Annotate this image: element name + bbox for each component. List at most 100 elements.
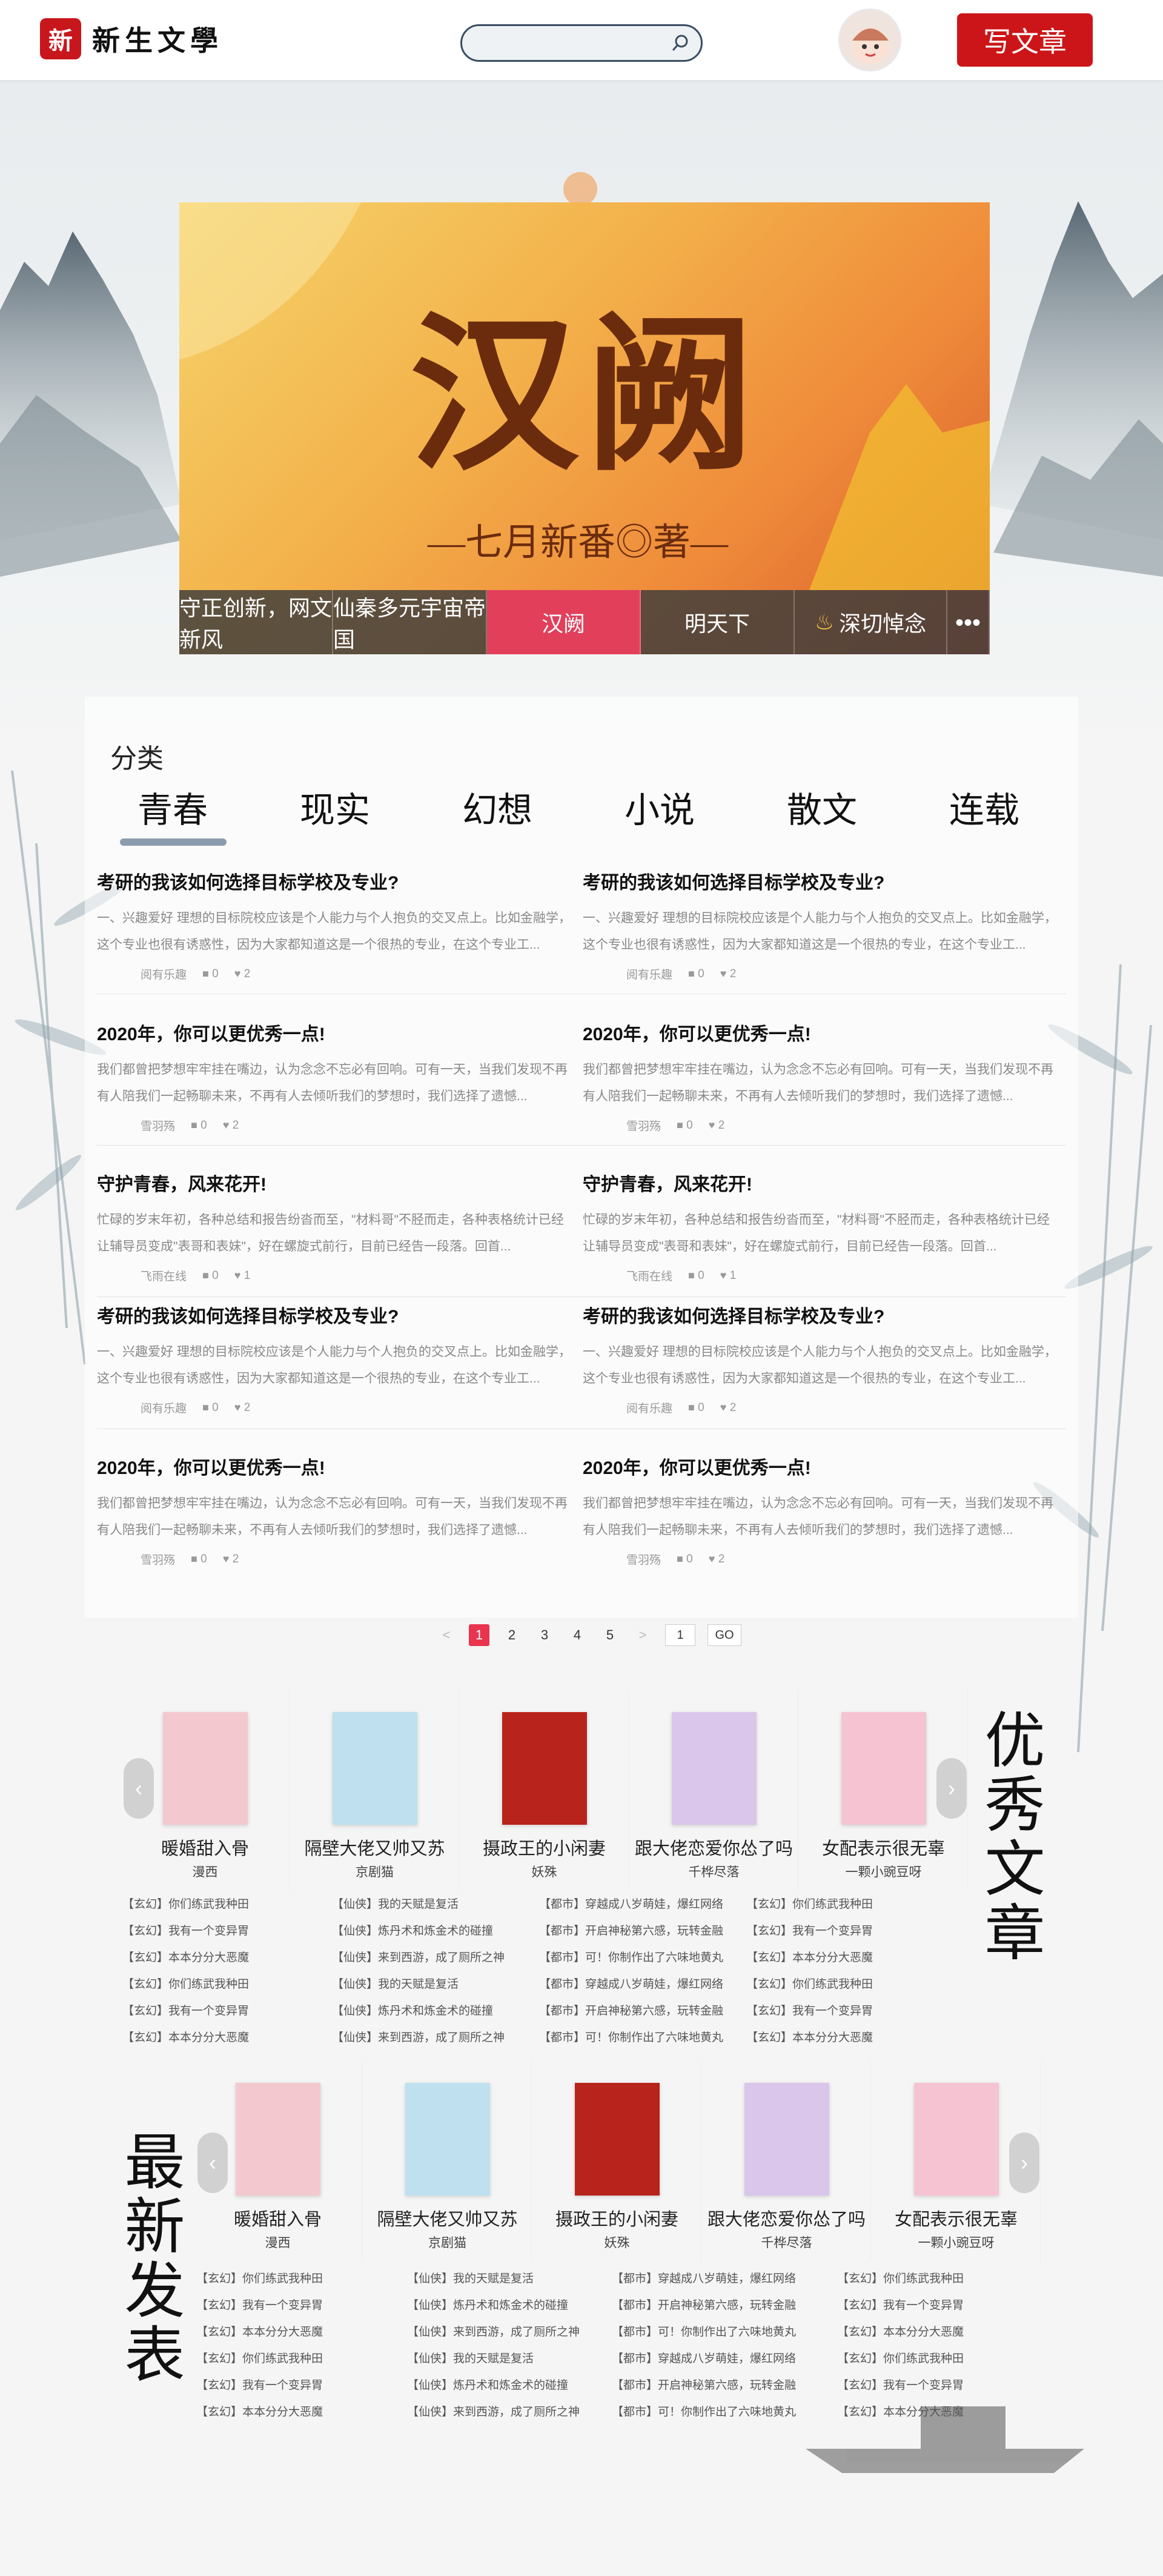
article-item[interactable]: 考研的我该如何选择目标学校及专业? 一、兴趣爱好 理想的目标院校应该是个人能力与个… [97, 868, 575, 982]
tag-link[interactable]: 【仙侠】我的天赋是复活 [332, 1891, 505, 1918]
article-item[interactable]: 2020年，你可以更优秀一点! 我们都曾把梦想牢牢挂在嘴边，认为念念不忘必有回响。… [583, 1453, 1061, 1567]
tag-link[interactable]: 【玄幻】你们练武我种田 [837, 2346, 964, 2372]
article-author[interactable]: 雪羽殇 [626, 1551, 661, 1567]
article-item[interactable]: 2020年，你可以更优秀一点! 我们都曾把梦想牢牢挂在嘴边，认为念念不忘必有回响。… [583, 1019, 1061, 1134]
book-title[interactable]: 女配表示很无辜 [872, 2205, 1040, 2231]
like-icon[interactable]: ♥ [720, 1269, 727, 1281]
page-jump-input[interactable]: 1 [665, 1624, 695, 1646]
article-item[interactable]: 考研的我该如何选择目标学校及专业? 一、兴趣爱好 理想的目标院校应该是个人能力与个… [97, 1301, 575, 1416]
banner-nav-item[interactable]: 守正创新，网文新风 [179, 590, 333, 654]
article-title[interactable]: 2020年，你可以更优秀一点! [97, 1453, 575, 1479]
page-button[interactable]: 2 [502, 1624, 522, 1646]
write-article-button[interactable]: 写文章 [957, 13, 1093, 67]
prev-page-button[interactable]: < [436, 1624, 457, 1646]
latest-next-arrow[interactable]: › [1009, 2133, 1039, 2193]
tag-link[interactable]: 【玄幻】你们练武我种田 [196, 2346, 323, 2372]
tab-novel[interactable]: 小说 [584, 782, 735, 843]
book-title[interactable]: 隔壁大佬又帅又苏 [363, 2205, 531, 2231]
latest-prev-arrow[interactable]: ‹ [197, 2133, 228, 2193]
tag-link[interactable]: 【仙侠】炼丹术和炼金术的碰撞 [332, 1998, 505, 2025]
like-icon[interactable]: ♥ [720, 968, 727, 980]
more-icon[interactable]: ••• [947, 590, 990, 654]
tag-link[interactable]: 【仙侠】我的天赋是复活 [407, 2266, 580, 2292]
tag-link[interactable]: 【玄幻】我有一个变异胃 [196, 2292, 323, 2319]
article-item[interactable]: 守护青春，风来花开! 忙碌的岁末年初，各种总结和报告纷沓而至，"材料哥"不胫而走，… [583, 1169, 1061, 1284]
tag-link[interactable]: 【玄幻】我有一个变异胃 [196, 2372, 323, 2399]
article-author[interactable]: 阅有乐趣 [626, 1399, 672, 1416]
article-item[interactable]: 考研的我该如何选择目标学校及专业? 一、兴趣爱好 理想的目标院校应该是个人能力与个… [583, 868, 1061, 982]
tag-link[interactable]: 【都市】穿越成八岁萌娃，爆红网络 [612, 2346, 796, 2372]
tag-link[interactable]: 【都市】穿越成八岁萌娃，爆红网络 [539, 1891, 723, 1918]
tag-link[interactable]: 【玄幻】我有一个变异胃 [746, 1918, 873, 1945]
article-item[interactable]: 守护青春，风来花开! 忙碌的岁末年初，各种总结和报告纷沓而至，"材料哥"不胫而走，… [97, 1169, 575, 1284]
tag-link[interactable]: 【玄幻】本本分分大恶魔 [837, 2319, 964, 2346]
banner-nav-item[interactable]: 明天下 [641, 590, 795, 654]
banner-nav-item[interactable]: ♨ 深切悼念 [795, 590, 947, 654]
like-icon[interactable]: ♥ [709, 1119, 715, 1131]
book-card[interactable]: 跟大佬恋爱你怂了吗 千桦尽落 [703, 2061, 871, 2261]
book-title[interactable]: 暖婚甜入骨 [121, 1834, 289, 1860]
tag-link[interactable]: 【都市】穿越成八岁萌娃，爆红网络 [612, 2266, 796, 2292]
book-cover[interactable] [671, 1712, 757, 1825]
book-cover[interactable] [405, 2083, 490, 2196]
tag-link[interactable]: 【仙侠】炼丹术和炼金术的碰撞 [407, 2292, 580, 2319]
tag-link[interactable]: 【都市】开启神秘第六感，玩转金融 [612, 2292, 796, 2319]
like-icon[interactable]: ♥ [234, 1401, 241, 1413]
tag-link[interactable]: 【都市】可！你制作出了六味地黄丸 [539, 2025, 723, 2051]
tag-link[interactable]: 【玄幻】我有一个变异胃 [122, 1918, 249, 1945]
tag-link[interactable]: 【玄幻】我有一个变异胃 [746, 1998, 873, 2025]
article-author[interactable]: 飞雨在线 [141, 1267, 187, 1284]
book-cover[interactable] [841, 1712, 926, 1825]
article-author[interactable]: 阅有乐趣 [626, 966, 672, 982]
search-input[interactable] [462, 26, 656, 60]
tag-link[interactable]: 【玄幻】我有一个变异胃 [837, 2292, 964, 2319]
article-title[interactable]: 考研的我该如何选择目标学校及专业? [583, 1301, 1061, 1328]
article-author[interactable]: 阅有乐趣 [141, 966, 187, 982]
tag-link[interactable]: 【仙侠】来到西游，成了厕所之神 [407, 2399, 580, 2426]
page-button-current[interactable]: 1 [469, 1624, 489, 1646]
article-author[interactable]: 雪羽殇 [141, 1117, 175, 1134]
excellent-prev-arrow[interactable]: ‹ [124, 1758, 154, 1819]
tag-link[interactable]: 【玄幻】你们练武我种田 [837, 2266, 964, 2292]
article-item[interactable]: 2020年，你可以更优秀一点! 我们都曾把梦想牢牢挂在嘴边，认为念念不忘必有回响。… [97, 1019, 575, 1134]
article-author[interactable]: 飞雨在线 [626, 1267, 672, 1284]
page-button[interactable]: 4 [567, 1624, 588, 1646]
tab-youth[interactable]: 青春 [97, 782, 248, 846]
tag-link[interactable]: 【仙侠】炼丹术和炼金术的碰撞 [332, 1918, 505, 1945]
book-card[interactable]: 摄政王的小闲妻 妖殊 [460, 1690, 629, 1890]
article-title[interactable]: 2020年，你可以更优秀一点! [583, 1019, 1061, 1046]
article-title[interactable]: 考研的我该如何选择目标学校及专业? [97, 1301, 575, 1328]
book-title[interactable]: 跟大佬恋爱你怂了吗 [630, 1834, 798, 1860]
page-button[interactable]: 3 [534, 1624, 555, 1646]
tag-link[interactable]: 【玄幻】你们练武我种田 [746, 1891, 873, 1918]
tag-link[interactable]: 【玄幻】你们练武我种田 [122, 1971, 249, 1998]
article-title[interactable]: 2020年，你可以更优秀一点! [583, 1453, 1061, 1479]
book-title[interactable]: 女配表示很无辜 [800, 1834, 967, 1860]
book-title[interactable]: 跟大佬恋爱你怂了吗 [703, 2205, 870, 2231]
tag-link[interactable]: 【玄幻】本本分分大恶魔 [122, 2025, 249, 2051]
tag-link[interactable]: 【仙侠】炼丹术和炼金术的碰撞 [407, 2372, 580, 2399]
tag-link[interactable]: 【玄幻】本本分分大恶魔 [196, 2319, 323, 2346]
tag-link[interactable]: 【玄幻】本本分分大恶魔 [837, 2399, 964, 2426]
article-item[interactable]: 2020年，你可以更优秀一点! 我们都曾把梦想牢牢挂在嘴边，认为念念不忘必有回响。… [97, 1453, 575, 1567]
book-title[interactable]: 摄政王的小闲妻 [533, 2205, 701, 2231]
tag-link[interactable]: 【都市】开启神秘第六感，玩转金融 [539, 1918, 723, 1945]
book-cover[interactable] [744, 2083, 829, 2196]
tag-link[interactable]: 【玄幻】本本分分大恶魔 [196, 2399, 323, 2426]
tag-link[interactable]: 【玄幻】本本分分大恶魔 [746, 2025, 873, 2051]
next-page-button[interactable]: > [632, 1624, 653, 1646]
book-cover[interactable] [235, 2083, 320, 2196]
tag-link[interactable]: 【玄幻】你们练武我种田 [746, 1971, 873, 1998]
tag-link[interactable]: 【都市】可！你制作出了六味地黄丸 [539, 1945, 723, 1971]
tag-link[interactable]: 【仙侠】来到西游，成了厕所之神 [332, 1945, 505, 1971]
tab-reality[interactable]: 现实 [259, 782, 411, 843]
user-avatar[interactable] [838, 8, 901, 71]
tag-link[interactable]: 【玄幻】本本分分大恶魔 [746, 1945, 873, 1971]
article-title[interactable]: 2020年，你可以更优秀一点! [97, 1019, 575, 1046]
tab-fantasy[interactable]: 幻想 [422, 782, 573, 843]
tag-link[interactable]: 【玄幻】本本分分大恶魔 [122, 1945, 249, 1971]
like-icon[interactable]: ♥ [223, 1553, 230, 1565]
like-icon[interactable]: ♥ [234, 1269, 241, 1281]
tag-link[interactable]: 【都市】穿越成八岁萌娃，爆红网络 [539, 1971, 723, 1998]
book-card[interactable]: 跟大佬恋爱你怂了吗 千桦尽落 [630, 1690, 798, 1890]
